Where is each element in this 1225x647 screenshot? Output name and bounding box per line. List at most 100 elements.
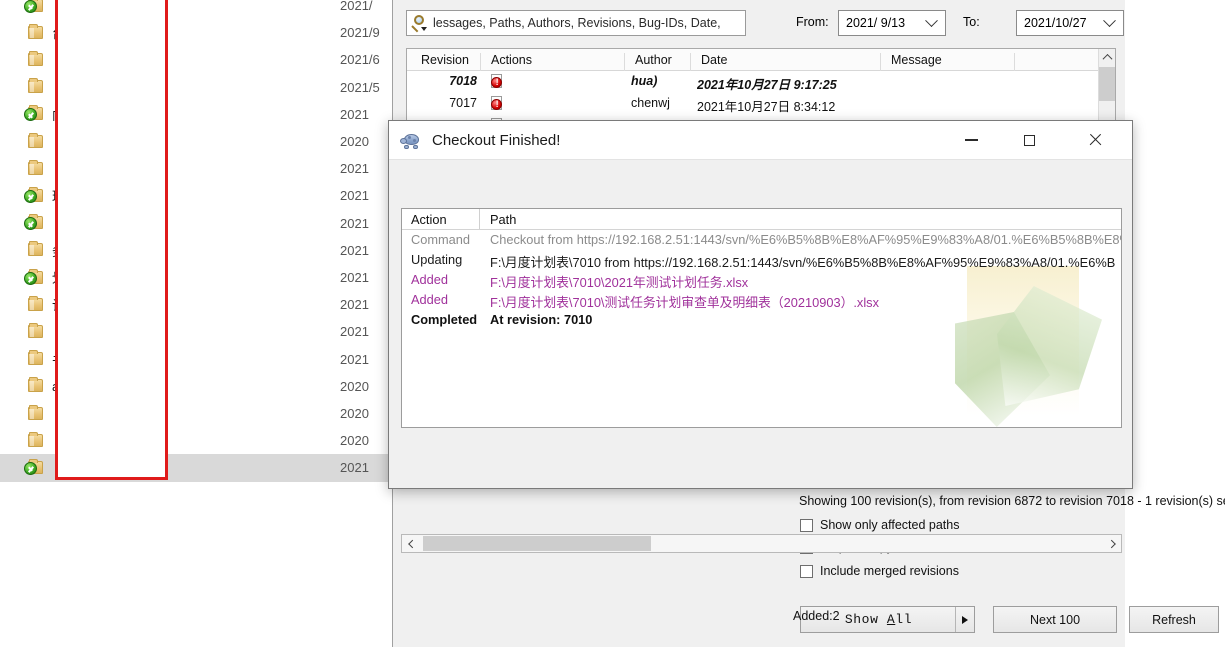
folder-checked-icon — [24, 0, 44, 14]
log-revision-cell: 7017 — [449, 96, 477, 110]
revision-log-grid[interactable]: RevisionActionsAuthorDateMessage 7018 hua… — [406, 48, 1116, 123]
revision-log-header: Revision Actions Author Date Message — [407, 49, 1115, 71]
log-grid-vertical-scrollbar[interactable] — [1098, 49, 1115, 122]
screen: 2021/台 (IOC)2021/92021/62021/5向项目2021202… — [0, 0, 1225, 647]
to-date-picker[interactable]: 2021/10/27 — [1016, 10, 1124, 36]
scrollbar-thumb[interactable] — [423, 536, 651, 551]
status-text: Showing 100 revision(s), from revision 6… — [799, 494, 1225, 508]
from-label: From: — [796, 15, 829, 29]
triangle-right-icon — [962, 615, 968, 624]
progress-action-cell: Command — [411, 232, 471, 247]
search-icon[interactable] — [407, 11, 433, 35]
tree-row-date: 2021/ — [340, 0, 373, 14]
progress-list-horizontal-scrollbar[interactable] — [401, 534, 1122, 553]
show-all-label: Show All — [844, 612, 913, 627]
folder-icon — [26, 322, 44, 340]
next-100-button[interactable]: Next 100 — [993, 606, 1117, 633]
maximize-icon — [1023, 134, 1035, 146]
scroll-right-button[interactable] — [1104, 535, 1121, 552]
scrollbar-thumb[interactable] — [1099, 67, 1115, 101]
folder-icon — [26, 132, 44, 150]
log-column-header[interactable]: Actions — [485, 53, 625, 71]
progress-list[interactable]: Action Path Command Checkout from https:/… — [401, 208, 1122, 428]
progress-row[interactable]: Completed At revision: 7010 — [402, 310, 1121, 330]
folder-icon — [26, 78, 44, 95]
progress-path-cell: F:\月度计划表\7010\测试任务计划审查单及明细表（20210903）.xl… — [490, 295, 879, 310]
folder-checked-icon — [24, 186, 44, 204]
progress-path-cell: F:\月度计划表\7010 from https://192.168.2.51:… — [490, 255, 1116, 270]
progress-action-cell: Added — [411, 292, 449, 307]
folder-icon — [26, 295, 44, 313]
checkbox-row[interactable]: Show only affected paths — [800, 518, 959, 532]
progress-path-cell: F:\月度计划表\7010\2021年测试计划任务.xlsx — [490, 275, 749, 290]
folder-icon — [26, 350, 44, 367]
minimize-icon — [964, 139, 978, 141]
folder-icon — [26, 159, 44, 177]
progress-row[interactable]: Added F:\月度计划表\7010\测试任务计划审查单及明细表（2021090… — [402, 290, 1121, 310]
refresh-button[interactable]: Refresh — [1129, 606, 1219, 633]
log-row[interactable]: 7017 chenwj 2021年10月27日 8:34:12 — [407, 93, 1115, 115]
scrollbar-track[interactable] — [419, 535, 1104, 552]
column-header-action: Action — [411, 212, 447, 227]
chevron-down-icon[interactable] — [925, 13, 938, 27]
folder-checked-icon — [24, 105, 44, 122]
dialog-title-bar[interactable]: Checkout Finished! — [389, 121, 1132, 160]
scroll-left-button[interactable] — [402, 535, 419, 552]
repository-tree-list[interactable]: 2021/台 (IOC)2021/92021/62021/5向项目2021202… — [0, 0, 392, 647]
error-doc-icon — [491, 96, 504, 110]
search-input[interactable]: lessages, Paths, Authors, Revisions, Bug… — [406, 10, 746, 36]
log-date-cell: 2021年10月27日 8:34:12 — [697, 100, 836, 114]
progress-action-cell: Completed — [411, 312, 478, 327]
tree-row-date: 2021/5 — [340, 79, 380, 95]
log-column-header[interactable]: Date — [695, 53, 881, 71]
from-date-value: 2021/ 9/13 — [846, 16, 906, 30]
from-date-picker[interactable]: 2021/ 9/13 — [838, 10, 946, 36]
checkbox-row[interactable]: Include merged revisions — [800, 564, 959, 578]
added-count-label: Added:2 — [793, 609, 840, 623]
log-author-cell: hua) — [631, 74, 658, 88]
revision-log-rows: 7018 hua) 2021年10月27日 9:17:25 7017 chenwj 202… — [407, 71, 1115, 122]
chevron-left-icon — [407, 539, 417, 548]
to-label: To: — [963, 15, 980, 29]
checkbox-label: Show only affected paths — [820, 518, 960, 532]
checkbox-box[interactable] — [800, 564, 813, 578]
checkbox-box[interactable] — [800, 518, 813, 532]
chevron-up-icon — [1102, 53, 1112, 64]
dialog-title-text: Checkout Finished! — [432, 131, 561, 149]
maximize-button[interactable] — [1006, 121, 1052, 159]
column-header-path: Path — [490, 212, 517, 227]
tree-row-date: 2021/6 — [340, 52, 380, 68]
progress-list-rows: Command Checkout from https://192.168.2.5… — [402, 230, 1121, 330]
log-column-header[interactable]: Author — [629, 53, 691, 71]
log-row[interactable]: 7018 hua) 2021年10月27日 9:17:25 — [407, 71, 1115, 93]
log-column-header[interactable]: Revision — [415, 53, 481, 71]
scroll-up-button[interactable] — [1099, 49, 1115, 66]
progress-row[interactable]: Command Checkout from https://192.168.2.5… — [402, 230, 1121, 250]
error-doc-icon — [491, 74, 504, 88]
close-icon — [1088, 133, 1102, 147]
show-all-dropdown[interactable] — [955, 607, 974, 632]
folder-icon — [26, 431, 44, 449]
checkout-finished-dialog: Checkout Finished! Action Path Command C… — [388, 120, 1133, 623]
tree-row-date: 2021/9 — [340, 25, 380, 41]
to-date-value: 2021/10/27 — [1024, 16, 1087, 30]
progress-row[interactable]: Updating F:\月度计划表\7010 from https://192.1… — [402, 250, 1121, 270]
folder-icon — [26, 23, 44, 41]
progress-row[interactable]: Added F:\月度计划表\7010\2021年测试计划任务.xlsx — [402, 270, 1121, 290]
search-placeholder-text: lessages, Paths, Authors, Revisions, Bug… — [433, 16, 721, 30]
folder-icon — [26, 377, 44, 394]
chevron-right-icon — [1106, 539, 1116, 548]
minimize-button[interactable] — [948, 121, 994, 159]
folder-icon — [26, 404, 44, 422]
log-column-header[interactable]: Message — [885, 53, 1015, 71]
folder-icon — [26, 241, 44, 258]
folder-checked-icon — [24, 268, 44, 286]
filter-toolbar: lessages, Paths, Authors, Revisions, Bug… — [406, 10, 1124, 38]
folder-checked-icon — [24, 214, 44, 231]
progress-list-header: Action Path — [402, 209, 1121, 230]
log-revision-cell: 7018 — [449, 74, 477, 88]
close-button[interactable] — [1072, 121, 1118, 159]
folder-checked-icon — [24, 458, 44, 476]
chevron-down-icon[interactable] — [1103, 13, 1116, 27]
tortoisesvn-turtle-icon — [400, 132, 423, 149]
